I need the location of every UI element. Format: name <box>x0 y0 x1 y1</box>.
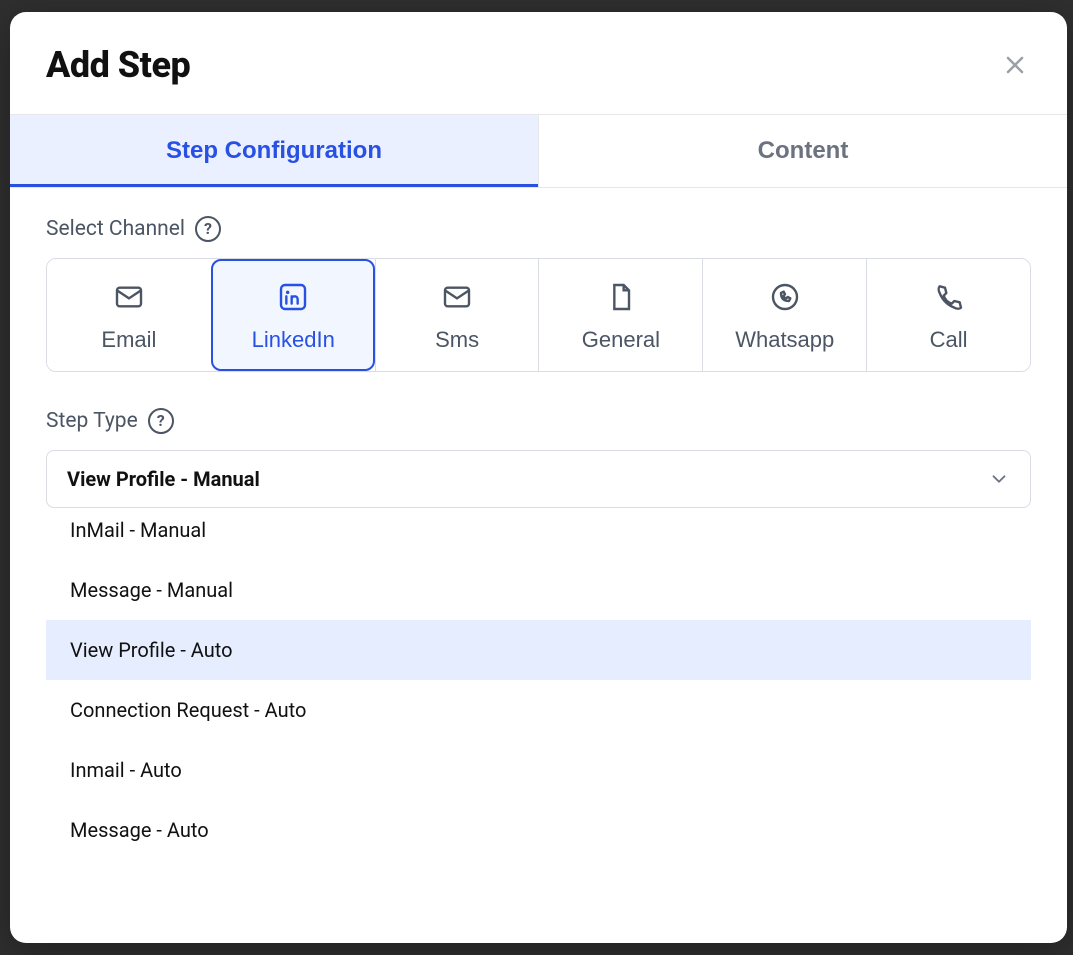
help-icon[interactable]: ? <box>148 408 174 434</box>
step-type-dropdown: InMail - ManualMessage - ManualView Prof… <box>46 510 1031 943</box>
select-channel-label: Select Channel ? <box>46 216 1031 242</box>
modal-title: Add Step <box>46 44 190 86</box>
phone-icon <box>933 281 965 313</box>
dropdown-option[interactable]: Inmail - Auto <box>46 740 1031 800</box>
whatsapp-icon <box>769 281 801 313</box>
channel-label: Email <box>101 327 156 353</box>
modal-header: Add Step <box>10 12 1067 114</box>
close-button[interactable] <box>999 49 1031 81</box>
mail-icon <box>113 281 145 313</box>
linkedin-icon <box>277 281 309 313</box>
add-step-modal: Add Step Step Configuration Content Sele… <box>10 12 1067 943</box>
channel-label: LinkedIn <box>252 327 335 353</box>
step-type-label: Step Type ? <box>46 408 1031 434</box>
dropdown-option[interactable]: Message - Auto <box>46 800 1031 860</box>
dropdown-option[interactable]: Message - Manual <box>46 560 1031 620</box>
dropdown-list[interactable]: InMail - ManualMessage - ManualView Prof… <box>46 510 1031 943</box>
channel-label: Sms <box>435 327 479 353</box>
chevron-down-icon <box>988 468 1010 490</box>
dropdown-option[interactable]: InMail - Manual <box>46 510 1031 560</box>
step-type-text: Step Type <box>46 409 138 433</box>
channel-call[interactable]: Call <box>866 259 1030 371</box>
channel-general[interactable]: General <box>538 259 702 371</box>
step-type-selected[interactable]: View Profile - Manual <box>46 450 1031 508</box>
dropdown-option[interactable]: View Profile - Auto <box>46 620 1031 680</box>
tabs: Step Configuration Content <box>10 114 1067 188</box>
help-icon[interactable]: ? <box>195 216 221 242</box>
tab-content[interactable]: Content <box>538 115 1067 187</box>
channel-label: Call <box>930 327 968 353</box>
channel-sms[interactable]: Sms <box>375 259 539 371</box>
channel-label: General <box>582 327 660 353</box>
channel-whatsapp[interactable]: Whatsapp <box>702 259 866 371</box>
channel-label: Whatsapp <box>735 327 834 353</box>
modal-body: Select Channel ? Email LinkedIn Sms Gene… <box>10 188 1067 943</box>
select-channel-text: Select Channel <box>46 217 185 241</box>
selected-value: View Profile - Manual <box>67 467 260 491</box>
channel-email[interactable]: Email <box>47 259 211 371</box>
tab-step-configuration[interactable]: Step Configuration <box>10 115 538 187</box>
channel-linkedin[interactable]: LinkedIn <box>211 259 375 371</box>
step-type-select[interactable]: View Profile - Manual <box>46 450 1031 508</box>
channel-grid: Email LinkedIn Sms General Whatsapp Call <box>46 258 1031 372</box>
close-icon <box>1003 53 1027 77</box>
file-icon <box>605 281 637 313</box>
mail-icon <box>441 281 473 313</box>
dropdown-option[interactable]: Connection Request - Auto <box>46 680 1031 740</box>
